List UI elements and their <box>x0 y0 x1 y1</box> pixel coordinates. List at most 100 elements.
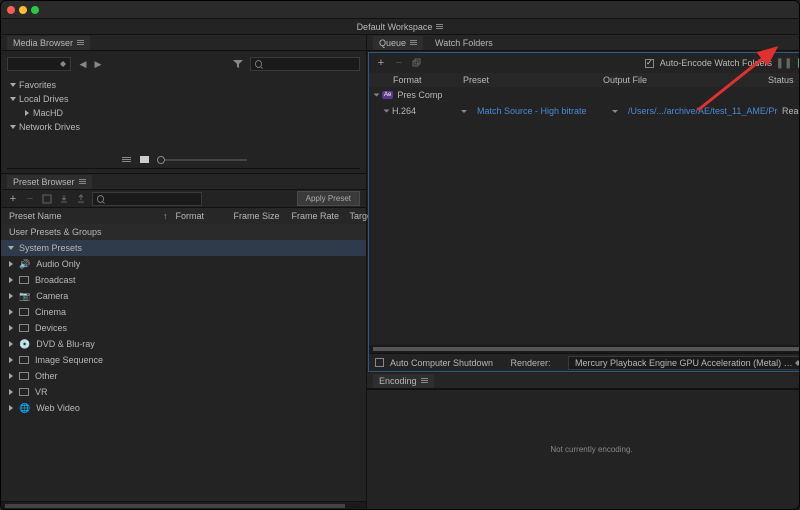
preset-link[interactable]: Match Source - High bitrate <box>477 106 605 116</box>
filter-icon[interactable] <box>232 58 244 70</box>
encoding-panel: Not currently encoding. <box>367 389 800 509</box>
chevron-down-icon <box>384 110 390 113</box>
media-browser-tabbar: Media Browser <box>1 35 366 51</box>
col-frame-rate[interactable]: Frame Rate <box>292 211 342 221</box>
chevron-right-icon <box>9 293 13 299</box>
col-preset[interactable]: Preset <box>463 75 603 85</box>
close-icon[interactable] <box>7 6 15 14</box>
panel-menu-icon[interactable] <box>77 40 84 45</box>
sort-arrow-icon[interactable]: ↑ <box>163 211 168 221</box>
folder-icon <box>19 308 29 316</box>
duplicate-icon[interactable] <box>411 57 423 69</box>
watch-folders-tab[interactable]: Watch Folders <box>429 36 499 50</box>
dropdown-icon[interactable] <box>612 110 618 113</box>
tree-network-drives[interactable]: Network Drives <box>11 120 356 134</box>
preset-item-other[interactable]: Other <box>1 368 366 384</box>
renderer-select[interactable]: Mercury Playback Engine GPU Acceleration… <box>568 356 800 370</box>
tree-machd[interactable]: MacHD <box>11 106 356 120</box>
preset-settings-icon[interactable] <box>41 193 53 205</box>
list-view-icon[interactable] <box>121 155 133 165</box>
nav-forward-icon[interactable]: ▶ <box>92 58 104 70</box>
output-link[interactable]: /Users/.../archive/AE/test_11_AME/Pres C… <box>628 106 778 116</box>
chevron-down-icon <box>10 97 16 101</box>
media-browser-tab[interactable]: Media Browser <box>7 36 90 50</box>
tree-local-drives[interactable]: Local Drives <box>11 92 356 106</box>
auto-encode-checkbox[interactable] <box>645 59 654 68</box>
import-preset-icon[interactable] <box>58 193 70 205</box>
col-preset-name[interactable]: Preset Name <box>9 211 159 221</box>
queue-tab[interactable]: Queue <box>373 36 423 50</box>
grid-view-icon[interactable] <box>139 155 151 165</box>
queue-hscroll[interactable] <box>369 345 800 353</box>
preset-item-image-seq[interactable]: Image Sequence <box>1 352 366 368</box>
queue-tabbar: Queue Watch Folders <box>367 35 800 51</box>
preset-item-camera[interactable]: 📷Camera <box>1 288 366 304</box>
panel-menu-icon[interactable] <box>410 40 417 45</box>
col-format[interactable]: Format <box>393 75 463 85</box>
preset-item-cinema[interactable]: Cinema <box>1 304 366 320</box>
remove-preset-icon[interactable]: − <box>24 193 36 205</box>
chevron-down-icon <box>10 125 16 129</box>
pause-queue-icon[interactable]: ❚❚ <box>778 57 790 69</box>
media-tree: Favorites Local Drives MacHD Network Dri… <box>7 76 360 148</box>
preset-hscroll[interactable] <box>1 501 366 509</box>
add-preset-icon[interactable]: + <box>7 193 19 205</box>
preset-item-broadcast[interactable]: Broadcast <box>1 272 366 288</box>
preset-item-devices[interactable]: Devices <box>1 320 366 336</box>
nav-back-icon[interactable]: ◀ <box>77 58 89 70</box>
queue-comp-row[interactable]: Ae Pres Comp <box>369 87 800 103</box>
preset-group-system[interactable]: System Presets <box>1 240 366 256</box>
main-area: Media Browser ◀ ▶ <box>1 35 799 509</box>
ae-badge-icon: Ae <box>382 91 393 99</box>
media-filter-select[interactable] <box>7 57 71 71</box>
media-browser-panel: ◀ ▶ Favorites Local Drives <box>1 51 366 174</box>
col-status[interactable]: Status <box>768 75 800 85</box>
speaker-icon: 🔊 <box>19 259 30 270</box>
preset-item-dvd[interactable]: 💿DVD & Blu-ray <box>1 336 366 352</box>
col-format[interactable]: Format <box>176 211 226 221</box>
col-frame-size[interactable]: Frame Size <box>234 211 284 221</box>
preset-search-input[interactable] <box>107 194 197 203</box>
globe-icon: 🌐 <box>19 403 30 414</box>
add-source-icon[interactable]: + <box>375 57 387 69</box>
preset-toolbar: + − Apply Preset <box>1 190 366 208</box>
format-link[interactable]: H.264 <box>392 106 454 116</box>
export-preset-icon[interactable] <box>75 193 87 205</box>
preset-group-user[interactable]: User Presets & Groups <box>1 224 366 240</box>
window-controls <box>7 6 39 14</box>
maximize-icon[interactable] <box>31 6 39 14</box>
col-output[interactable]: Output File <box>603 75 743 85</box>
chevron-right-icon <box>9 357 13 363</box>
minimize-icon[interactable] <box>19 6 27 14</box>
workspace-selector[interactable]: Default Workspace <box>357 22 444 32</box>
folder-icon <box>19 276 29 284</box>
titlebar <box>1 1 799 19</box>
apply-preset-button[interactable]: Apply Preset <box>297 191 360 206</box>
dropdown-icon[interactable] <box>461 110 467 113</box>
queue-item-row[interactable]: H.264 Match Source - High bitrate /Users… <box>369 103 800 119</box>
preset-item-audio[interactable]: 🔊Audio Only <box>1 256 366 272</box>
preset-browser-panel: + − Apply Preset Preset Name ↑ Format Fr… <box>1 190 366 509</box>
chevron-down-icon <box>10 83 16 87</box>
preset-browser-tab[interactable]: Preset Browser <box>7 175 92 189</box>
media-search[interactable] <box>250 57 360 71</box>
queue-toolbar: + − Auto-Encode Watch Folders ❚❚ <box>369 53 800 73</box>
encoding-tab[interactable]: Encoding <box>373 374 434 388</box>
media-search-input[interactable] <box>265 60 355 69</box>
start-queue-button[interactable] <box>796 57 800 69</box>
preset-item-vr[interactable]: VR <box>1 384 366 400</box>
thumbnail-size-slider[interactable] <box>157 159 247 161</box>
chevron-right-icon <box>9 341 13 347</box>
disc-icon: 💿 <box>19 339 30 350</box>
encoding-tabbar: Encoding <box>367 373 800 389</box>
renderer-value: Mercury Playback Engine GPU Acceleration… <box>575 358 795 368</box>
remove-source-icon[interactable]: − <box>393 57 405 69</box>
preset-search[interactable] <box>92 192 202 206</box>
panel-menu-icon[interactable] <box>79 179 86 184</box>
chevron-right-icon <box>9 277 13 283</box>
auto-shutdown-checkbox[interactable] <box>375 358 384 367</box>
tree-favorites[interactable]: Favorites <box>11 78 356 92</box>
preset-item-web[interactable]: 🌐Web Video <box>1 400 366 416</box>
panel-menu-icon[interactable] <box>421 378 428 383</box>
preset-browser-title: Preset Browser <box>13 177 75 187</box>
